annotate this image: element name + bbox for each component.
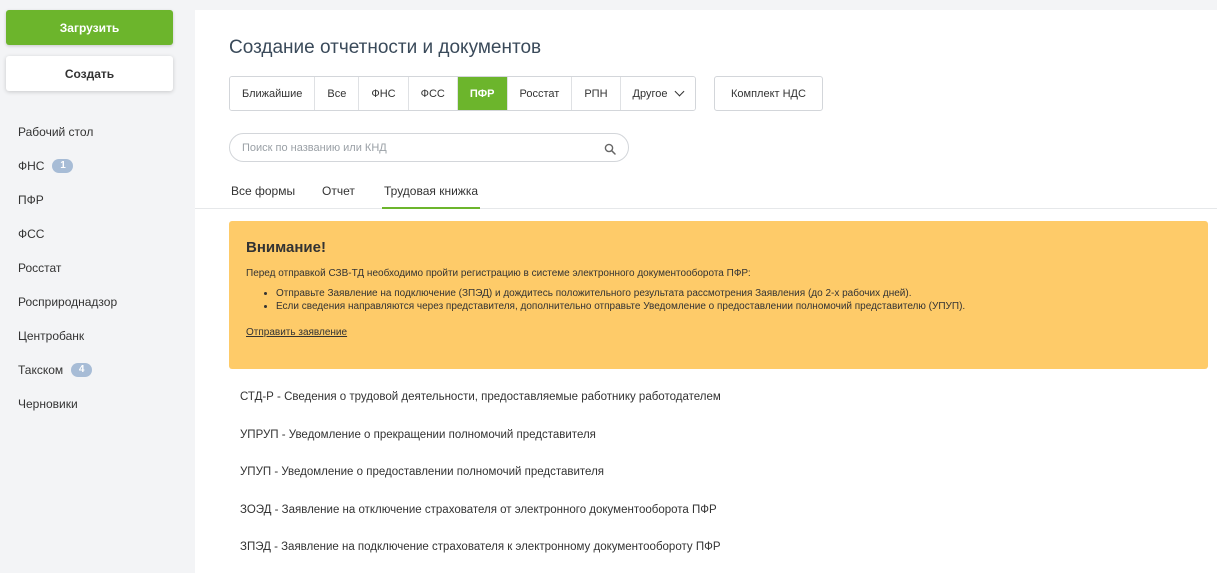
alert-title: Внимание! bbox=[246, 239, 326, 256]
sidebar-nav: Рабочий стол ФНС 1 ПФР ФСС Росстат Роспри… bbox=[18, 115, 117, 421]
search-input[interactable] bbox=[242, 141, 604, 154]
sidebar-item-centrobank[interactable]: Центробанк bbox=[18, 319, 117, 353]
subtabs: Все формы Отчет Трудовая книжка bbox=[195, 180, 1217, 209]
count-badge: 1 bbox=[52, 159, 74, 173]
list-item[interactable]: ЗПЭД - Заявление на подключение страхова… bbox=[240, 538, 721, 573]
sidebar-item-fns[interactable]: ФНС 1 bbox=[18, 149, 117, 183]
subtab-work-book[interactable]: Трудовая книжка bbox=[382, 184, 481, 209]
tab-vat-set[interactable]: Комплект НДС bbox=[714, 76, 823, 111]
send-application-link[interactable]: Отправить заявление bbox=[246, 327, 347, 338]
search-icon[interactable] bbox=[604, 142, 616, 155]
sidebar-item-label: Такском bbox=[18, 363, 64, 377]
sidebar: Загрузить Создать Рабочий стол ФНС 1 ПФР … bbox=[0, 0, 183, 573]
sidebar-item-taxcom[interactable]: Такском 4 bbox=[18, 353, 117, 387]
count-badge: 4 bbox=[71, 363, 93, 377]
list-item[interactable]: ЗОЭД - Заявление на отключение страховат… bbox=[240, 501, 721, 539]
tab-label: Другое bbox=[632, 87, 668, 100]
tab-rpn[interactable]: РПН bbox=[572, 77, 621, 110]
tab-pfr[interactable]: ПФР bbox=[457, 77, 508, 110]
tab-fss[interactable]: ФСС bbox=[408, 77, 458, 110]
sidebar-item-label: ФСС bbox=[18, 227, 45, 241]
sidebar-item-label: Черновики bbox=[18, 397, 78, 411]
sidebar-item-label: Рабочий стол bbox=[18, 125, 94, 139]
page-title: Создание отчетности и документов bbox=[229, 37, 542, 58]
list-item: Если сведения направляются через предста… bbox=[276, 300, 1191, 313]
document-list: СТД-Р - Сведения о трудовой деятельности… bbox=[240, 388, 721, 573]
sidebar-item-pfr[interactable]: ПФР bbox=[18, 183, 117, 217]
sidebar-item-desktop[interactable]: Рабочий стол bbox=[18, 115, 117, 149]
main-panel: Создание отчетности и документов Ближайш… bbox=[195, 10, 1217, 573]
warning-alert: Внимание! Перед отправкой СЗВ-ТД необход… bbox=[229, 221, 1208, 369]
chevron-down-icon bbox=[675, 86, 685, 97]
sidebar-item-label: Центробанк bbox=[18, 329, 85, 343]
sidebar-item-label: Росприроднадзор bbox=[18, 295, 118, 309]
tab-rosstat[interactable]: Росстат bbox=[507, 77, 573, 110]
list-item: Отправьте Заявление на подключение (ЗПЭД… bbox=[276, 287, 1191, 300]
tab-fns[interactable]: ФНС bbox=[359, 77, 409, 110]
sidebar-item-rosstat[interactable]: Росстат bbox=[18, 251, 117, 285]
list-item[interactable]: УПУП - Уведомление о предоставлении полн… bbox=[240, 463, 721, 501]
search-box bbox=[229, 133, 629, 162]
alert-text: Перед отправкой СЗВ-ТД необходимо пройти… bbox=[246, 268, 751, 279]
upload-button[interactable]: Загрузить bbox=[6, 10, 173, 45]
tab-nearest[interactable]: Ближайшие bbox=[230, 77, 316, 110]
alert-list: Отправьте Заявление на подключение (ЗПЭД… bbox=[246, 287, 1191, 313]
list-item[interactable]: УПРУП - Уведомление о прекращении полном… bbox=[240, 426, 721, 464]
list-item[interactable]: СТД-Р - Сведения о трудовой деятельности… bbox=[240, 388, 721, 426]
sidebar-item-drafts[interactable]: Черновики bbox=[18, 387, 117, 421]
category-tabs: Ближайшие Все ФНС ФСС ПФР Росстат РПН Др… bbox=[229, 76, 697, 111]
create-button[interactable]: Создать bbox=[6, 56, 173, 91]
tab-other-dropdown[interactable]: Другое bbox=[620, 77, 696, 110]
sidebar-item-label: Росстат bbox=[18, 261, 62, 275]
sidebar-item-label: ПФР bbox=[18, 193, 44, 207]
sidebar-item-rosprirodnadzor[interactable]: Росприроднадзор bbox=[18, 285, 117, 319]
sidebar-item-label: ФНС bbox=[18, 159, 45, 173]
subtab-all-forms[interactable]: Все формы bbox=[231, 184, 295, 207]
tab-all[interactable]: Все bbox=[315, 77, 360, 110]
subtab-report[interactable]: Отчет bbox=[322, 184, 355, 207]
sidebar-item-fss[interactable]: ФСС bbox=[18, 217, 117, 251]
